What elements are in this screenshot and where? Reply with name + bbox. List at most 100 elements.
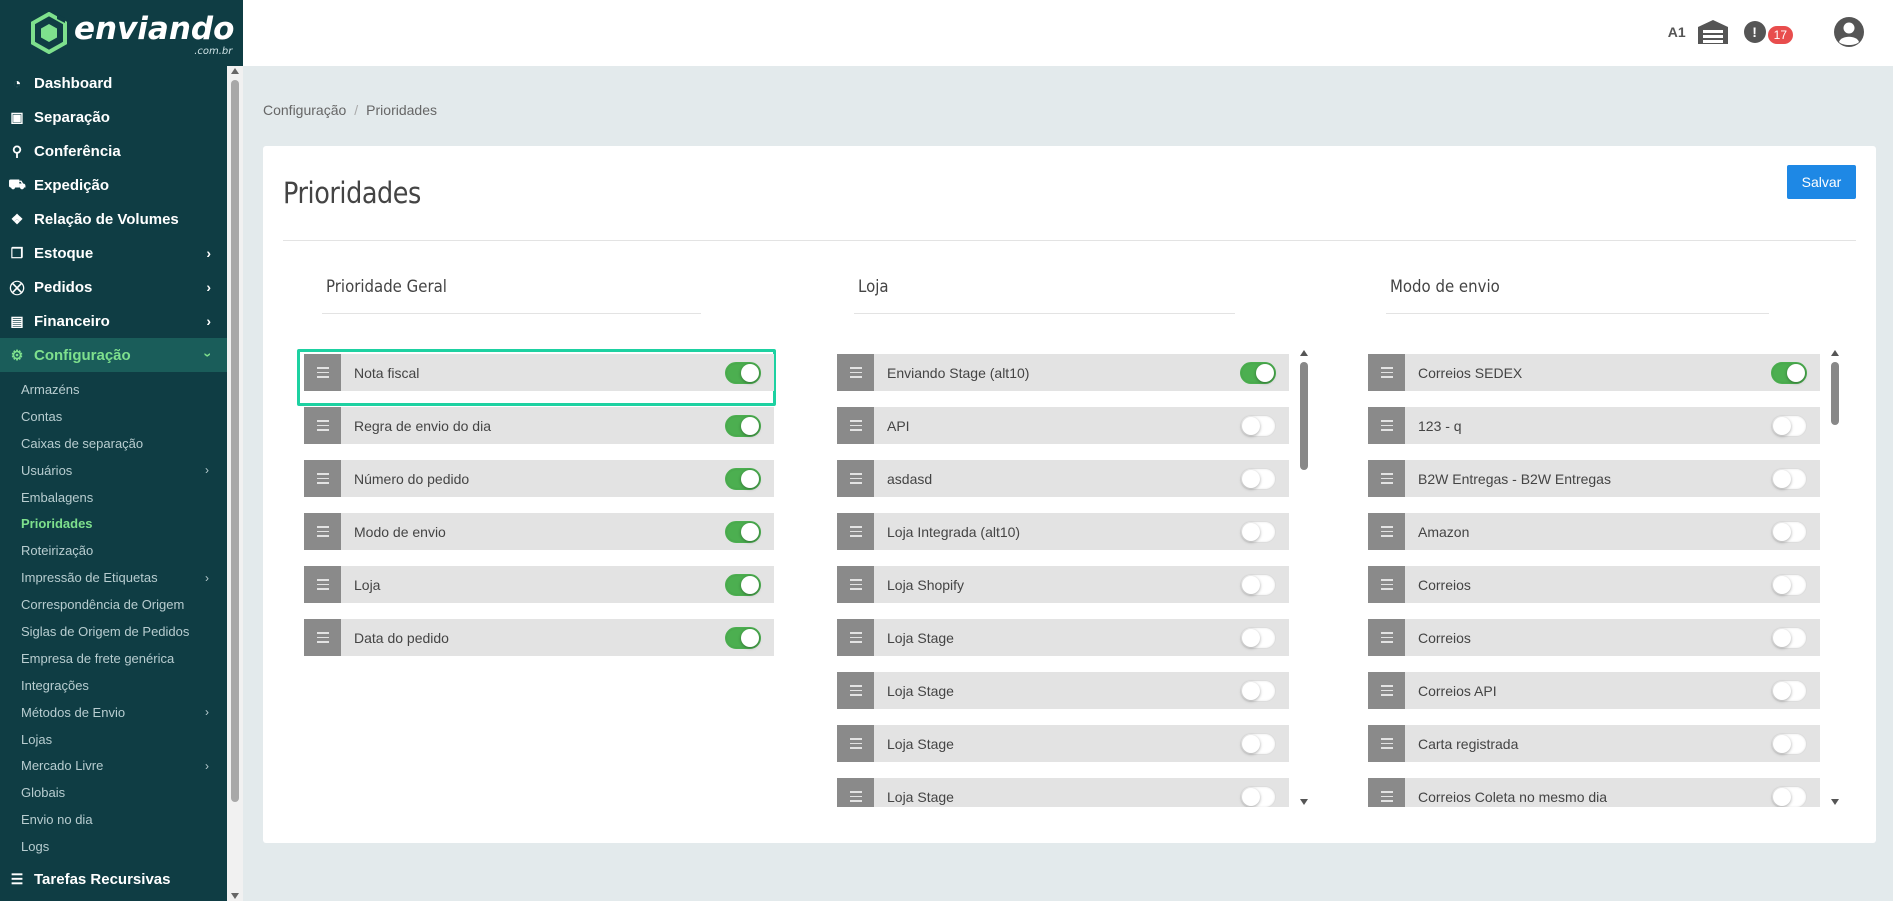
priority-row[interactable]: Loja Stage: [837, 672, 1289, 709]
submenu-item-prioridades[interactable]: Prioridades: [0, 510, 227, 537]
priority-row[interactable]: Regra de envio do dia: [304, 407, 774, 444]
priority-toggle[interactable]: [1771, 361, 1807, 384]
warehouse-icon[interactable]: [1696, 19, 1730, 45]
submenu-item-usuarios[interactable]: Usuários ›: [0, 457, 227, 484]
priority-toggle[interactable]: [725, 626, 761, 649]
submenu-item-lojas[interactable]: Lojas: [0, 726, 227, 753]
priority-row[interactable]: Loja Stage: [837, 619, 1289, 656]
priority-toggle[interactable]: [725, 414, 761, 437]
submenu-item-empresa-de-frete-generica[interactable]: Empresa de frete genérica: [0, 645, 227, 672]
drag-handle-icon[interactable]: [304, 513, 341, 550]
drag-handle-icon[interactable]: [304, 619, 341, 656]
submenu-item-roteirizacao[interactable]: Roteirização: [0, 537, 227, 564]
priority-toggle[interactable]: [1240, 520, 1276, 543]
priority-row[interactable]: B2W Entregas - B2W Entregas: [1368, 460, 1820, 497]
breadcrumb-parent[interactable]: Configuração: [263, 102, 346, 118]
scrollbar-thumb[interactable]: [1831, 362, 1839, 425]
scrollbar-thumb[interactable]: [231, 80, 239, 802]
priority-row[interactable]: Loja Shopify: [837, 566, 1289, 603]
priority-row[interactable]: Loja Stage: [837, 778, 1289, 807]
drag-handle-icon[interactable]: [837, 778, 874, 807]
sidebar-item-configuracao[interactable]: ⚙ Configuração ›: [0, 338, 227, 372]
priority-row[interactable]: Correios: [1368, 566, 1820, 603]
submenu-item-envio-no-dia[interactable]: Envio no dia: [0, 806, 227, 833]
priority-toggle[interactable]: [1771, 573, 1807, 596]
priority-toggle[interactable]: [1771, 467, 1807, 490]
submenu-item-globais[interactable]: Globais: [0, 779, 227, 806]
priority-toggle[interactable]: [725, 467, 761, 490]
priority-toggle[interactable]: [725, 520, 761, 543]
sidebar-item-dashboard[interactable]: ◔ Dashboard: [0, 66, 227, 100]
priority-toggle[interactable]: [1240, 467, 1276, 490]
scroll-up-arrow-icon[interactable]: [231, 68, 239, 74]
user-avatar-icon[interactable]: [1833, 16, 1865, 48]
scroll-up-arrow-icon[interactable]: [1831, 350, 1839, 356]
priority-toggle[interactable]: [1771, 520, 1807, 543]
priority-toggle[interactable]: [1771, 626, 1807, 649]
drag-handle-icon[interactable]: [837, 354, 874, 391]
warehouse-code[interactable]: A1: [1668, 24, 1686, 40]
sidebar-item-expedicao[interactable]: ⛟ Expedição: [0, 168, 227, 202]
submenu-item-siglas-de-origem-de-pedidos[interactable]: Siglas de Origem de Pedidos: [0, 618, 227, 645]
priority-toggle[interactable]: [1240, 785, 1276, 807]
shipping-list-scrollbar[interactable]: [1830, 350, 1840, 805]
scroll-down-arrow-icon[interactable]: [1831, 799, 1839, 805]
priority-toggle[interactable]: [1240, 414, 1276, 437]
sidebar-item-tarefas-recursivas[interactable]: ☰ Tarefas Recursivas: [0, 862, 227, 896]
priority-row[interactable]: Nota fiscal: [304, 354, 774, 391]
priority-toggle[interactable]: [1240, 679, 1276, 702]
alert-icon[interactable]: !: [1743, 21, 1766, 43]
drag-handle-icon[interactable]: [837, 566, 874, 603]
priority-row[interactable]: API: [837, 407, 1289, 444]
priority-row[interactable]: Número do pedido: [304, 460, 774, 497]
drag-handle-icon[interactable]: [1368, 513, 1405, 550]
submenu-item-mercado-livre[interactable]: Mercado Livre ›: [0, 752, 227, 779]
scrollbar-thumb[interactable]: [1300, 362, 1308, 470]
drag-handle-icon[interactable]: [1368, 460, 1405, 497]
submenu-item-caixas-de-separacao[interactable]: Caixas de separação: [0, 430, 227, 457]
drag-handle-icon[interactable]: [1368, 725, 1405, 762]
drag-handle-icon[interactable]: [304, 460, 341, 497]
priority-row[interactable]: Correios: [1368, 619, 1820, 656]
priority-row[interactable]: Correios SEDEX: [1368, 354, 1820, 391]
priority-row[interactable]: asdasd: [837, 460, 1289, 497]
priority-toggle[interactable]: [725, 573, 761, 596]
submenu-item-impressao-de-etiquetas[interactable]: Impressão de Etiquetas ›: [0, 564, 227, 591]
priority-row[interactable]: Loja Stage: [837, 725, 1289, 762]
priority-row[interactable]: Modo de envio: [304, 513, 774, 550]
logo[interactable]: enviando .com.br: [0, 0, 243, 66]
sidebar-item-pedidos[interactable]: ⛒ Pedidos ›: [0, 270, 227, 304]
submenu-item-logs[interactable]: Logs: [0, 833, 227, 860]
sidebar-item-separacao[interactable]: ▣ Separação: [0, 100, 227, 134]
drag-handle-icon[interactable]: [837, 513, 874, 550]
save-button[interactable]: Salvar: [1787, 165, 1856, 199]
drag-handle-icon[interactable]: [1368, 407, 1405, 444]
priority-row[interactable]: Carta registrada: [1368, 725, 1820, 762]
submenu-item-contas[interactable]: Contas: [0, 403, 227, 430]
drag-handle-icon[interactable]: [304, 354, 341, 391]
sidebar-item-relacao-de-volumes[interactable]: ❖ Relação de Volumes: [0, 202, 227, 236]
drag-handle-icon[interactable]: [1368, 566, 1405, 603]
submenu-item-armazens[interactable]: Armazéns: [0, 376, 227, 403]
drag-handle-icon[interactable]: [1368, 672, 1405, 709]
priority-row[interactable]: Data do pedido: [304, 619, 774, 656]
drag-handle-icon[interactable]: [304, 407, 341, 444]
priority-row[interactable]: 123 - q: [1368, 407, 1820, 444]
priority-row[interactable]: Amazon: [1368, 513, 1820, 550]
priority-row[interactable]: Loja Integrada (alt10): [837, 513, 1289, 550]
priority-toggle[interactable]: [1240, 573, 1276, 596]
scroll-up-arrow-icon[interactable]: [1300, 350, 1308, 356]
drag-handle-icon[interactable]: [304, 566, 341, 603]
store-list-scrollbar[interactable]: [1299, 350, 1309, 805]
submenu-item-integracoes[interactable]: Integrações: [0, 672, 227, 699]
priority-row[interactable]: Loja: [304, 566, 774, 603]
drag-handle-icon[interactable]: [837, 619, 874, 656]
sidebar-item-conferencia[interactable]: ⚲ Conferência: [0, 134, 227, 168]
priority-toggle[interactable]: [1771, 785, 1807, 807]
sidebar-item-financeiro[interactable]: ▤ Financeiro ›: [0, 304, 227, 338]
priority-toggle[interactable]: [1240, 361, 1276, 384]
priority-toggle[interactable]: [1771, 679, 1807, 702]
sidebar-scrollbar[interactable]: [227, 66, 243, 901]
priority-toggle[interactable]: [1240, 626, 1276, 649]
drag-handle-icon[interactable]: [837, 460, 874, 497]
